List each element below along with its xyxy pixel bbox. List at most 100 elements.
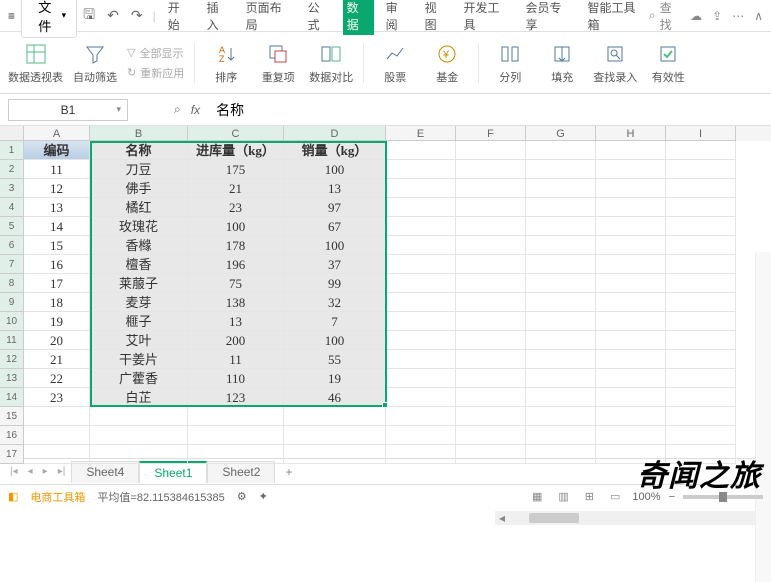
- cell-B5[interactable]: 玫瑰花: [90, 217, 188, 236]
- cell-B15[interactable]: [90, 407, 188, 426]
- cell-I15[interactable]: [666, 407, 736, 426]
- ribbon-validity[interactable]: 有效性: [647, 41, 689, 85]
- cell-H6[interactable]: [596, 236, 666, 255]
- select-all-corner[interactable]: [0, 126, 24, 141]
- cell-E3[interactable]: [386, 179, 456, 198]
- cancel-icon[interactable]: ⌕: [174, 102, 181, 117]
- cloud-icon[interactable]: ☁: [690, 9, 702, 23]
- cell-C3[interactable]: 21: [188, 179, 284, 198]
- column-header-D[interactable]: D: [284, 126, 386, 141]
- cell-G6[interactable]: [526, 236, 596, 255]
- cell-A5[interactable]: 14: [24, 217, 90, 236]
- cell-I8[interactable]: [666, 274, 736, 293]
- cell-D16[interactable]: [284, 426, 386, 445]
- cell-E1[interactable]: [386, 141, 456, 160]
- file-menu-button[interactable]: 文件 ▾: [21, 0, 77, 38]
- sheet-first-icon[interactable]: |◂: [6, 466, 22, 477]
- ribbon-text-to-columns[interactable]: 分列: [489, 41, 531, 85]
- cell-G9[interactable]: [526, 293, 596, 312]
- ribbon-pivot-table[interactable]: 数据透视表: [8, 41, 63, 85]
- menu-tab-8[interactable]: 会员专享: [522, 0, 576, 35]
- cell-G3[interactable]: [526, 179, 596, 198]
- cell-I12[interactable]: [666, 350, 736, 369]
- cell-F7[interactable]: [456, 255, 526, 274]
- cell-A6[interactable]: 15: [24, 236, 90, 255]
- sheet-prev-icon[interactable]: ◂: [24, 466, 37, 477]
- cell-E17[interactable]: [386, 445, 456, 464]
- hamburger-icon[interactable]: ≡: [8, 9, 15, 23]
- cell-G15[interactable]: [526, 407, 596, 426]
- column-header-B[interactable]: B: [90, 126, 188, 141]
- cell-B4[interactable]: 橘红: [90, 198, 188, 217]
- cell-I7[interactable]: [666, 255, 736, 274]
- menu-tab-9[interactable]: 智能工具箱: [583, 0, 648, 35]
- column-header-F[interactable]: F: [456, 126, 526, 141]
- cell-B17[interactable]: [90, 445, 188, 464]
- cell-D17[interactable]: [284, 445, 386, 464]
- cell-H4[interactable]: [596, 198, 666, 217]
- row-header-3[interactable]: 3: [0, 179, 24, 198]
- cell-A15[interactable]: [24, 407, 90, 426]
- view-normal-icon[interactable]: ▦: [528, 490, 546, 503]
- cell-I1[interactable]: [666, 141, 736, 160]
- row-header-1[interactable]: 1: [0, 141, 24, 160]
- expand-icon[interactable]: ∧: [754, 9, 763, 23]
- ribbon-reapply[interactable]: ↻重新应用: [127, 65, 184, 81]
- cell-D11[interactable]: 100: [284, 331, 386, 350]
- cell-H16[interactable]: [596, 426, 666, 445]
- share-icon[interactable]: ⇪: [712, 9, 722, 23]
- zoom-out-icon[interactable]: −: [669, 491, 675, 503]
- cell-I3[interactable]: [666, 179, 736, 198]
- cell-G11[interactable]: [526, 331, 596, 350]
- cell-C5[interactable]: 100: [188, 217, 284, 236]
- cell-G2[interactable]: [526, 160, 596, 179]
- menu-tab-4[interactable]: 数据: [343, 0, 374, 35]
- row-header-2[interactable]: 2: [0, 160, 24, 179]
- cell-G12[interactable]: [526, 350, 596, 369]
- cell-D9[interactable]: 32: [284, 293, 386, 312]
- cell-F9[interactable]: [456, 293, 526, 312]
- cell-H2[interactable]: [596, 160, 666, 179]
- cell-C2[interactable]: 175: [188, 160, 284, 179]
- view-break-icon[interactable]: ⊞: [581, 490, 598, 503]
- cell-E6[interactable]: [386, 236, 456, 255]
- cell-H8[interactable]: [596, 274, 666, 293]
- cell-C11[interactable]: 200: [188, 331, 284, 350]
- cell-A1[interactable]: 编码: [24, 141, 90, 160]
- cell-D6[interactable]: 100: [284, 236, 386, 255]
- cell-H5[interactable]: [596, 217, 666, 236]
- vertical-scrollbar[interactable]: [755, 252, 771, 582]
- row-header-10[interactable]: 10: [0, 312, 24, 331]
- cell-B8[interactable]: 莱菔子: [90, 274, 188, 293]
- cell-D13[interactable]: 19: [284, 369, 386, 388]
- cell-A10[interactable]: 19: [24, 312, 90, 331]
- cell-I10[interactable]: [666, 312, 736, 331]
- cell-G16[interactable]: [526, 426, 596, 445]
- fx-icon[interactable]: fx: [191, 103, 200, 117]
- cell-H15[interactable]: [596, 407, 666, 426]
- cell-F3[interactable]: [456, 179, 526, 198]
- settings-icon[interactable]: ⚙: [237, 490, 247, 503]
- cell-H13[interactable]: [596, 369, 666, 388]
- cell-H7[interactable]: [596, 255, 666, 274]
- cell-H3[interactable]: [596, 179, 666, 198]
- cell-I13[interactable]: [666, 369, 736, 388]
- cell-E8[interactable]: [386, 274, 456, 293]
- ribbon-stock[interactable]: 股票: [374, 41, 416, 85]
- cell-C9[interactable]: 138: [188, 293, 284, 312]
- cell-C6[interactable]: 178: [188, 236, 284, 255]
- row-header-7[interactable]: 7: [0, 255, 24, 274]
- cell-D15[interactable]: [284, 407, 386, 426]
- cell-A12[interactable]: 21: [24, 350, 90, 369]
- cell-D12[interactable]: 55: [284, 350, 386, 369]
- cell-I2[interactable]: [666, 160, 736, 179]
- cell-G8[interactable]: [526, 274, 596, 293]
- cell-G13[interactable]: [526, 369, 596, 388]
- ribbon-show-all[interactable]: ▽全部显示: [127, 45, 184, 61]
- cell-I11[interactable]: [666, 331, 736, 350]
- add-sheet-button[interactable]: +: [277, 465, 300, 479]
- cell-A7[interactable]: 16: [24, 255, 90, 274]
- redo-icon[interactable]: ↷: [131, 7, 143, 24]
- column-header-A[interactable]: A: [24, 126, 90, 141]
- cell-E12[interactable]: [386, 350, 456, 369]
